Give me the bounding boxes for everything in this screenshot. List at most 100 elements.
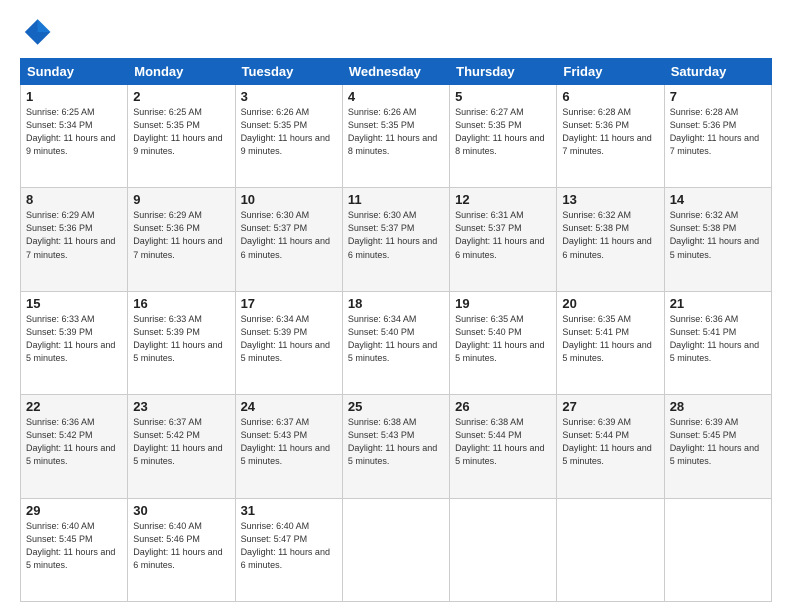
day-number: 3 xyxy=(241,89,337,104)
calendar-cell: 13Sunrise: 6:32 AMSunset: 5:38 PMDayligh… xyxy=(557,188,664,291)
calendar-cell: 2Sunrise: 6:25 AMSunset: 5:35 PMDaylight… xyxy=(128,85,235,188)
logo-icon xyxy=(20,16,52,48)
day-info: Sunrise: 6:33 AMSunset: 5:39 PMDaylight:… xyxy=(26,314,115,363)
day-info: Sunrise: 6:30 AMSunset: 5:37 PMDaylight:… xyxy=(241,210,330,259)
calendar-body: 1Sunrise: 6:25 AMSunset: 5:34 PMDaylight… xyxy=(21,85,772,602)
calendar-cell: 11 Sunrise: 6:30 AMSunset: 5:37 PMDayligh… xyxy=(342,188,449,291)
day-number: 28 xyxy=(670,399,766,414)
calendar-cell: 30 Sunrise: 6:40 AMSunset: 5:46 PMDayligh… xyxy=(128,498,235,601)
day-info: Sunrise: 6:34 AMSunset: 5:40 PMDaylight:… xyxy=(348,314,437,363)
day-info: Sunrise: 6:39 AMSunset: 5:44 PMDaylight:… xyxy=(562,417,651,466)
calendar-cell: 16Sunrise: 6:33 AMSunset: 5:39 PMDayligh… xyxy=(128,291,235,394)
day-info: Sunrise: 6:40 AMSunset: 5:47 PMDaylight:… xyxy=(241,521,330,570)
day-info: Sunrise: 6:31 AMSunset: 5:37 PMDaylight:… xyxy=(455,210,544,259)
day-info: Sunrise: 6:28 AMSunset: 5:36 PMDaylight:… xyxy=(670,107,759,156)
day-number: 20 xyxy=(562,296,658,311)
day-number: 21 xyxy=(670,296,766,311)
calendar-cell: 27Sunrise: 6:39 AMSunset: 5:44 PMDayligh… xyxy=(557,395,664,498)
day-number: 8 xyxy=(26,192,122,207)
calendar-week-row: 8 Sunrise: 6:29 AMSunset: 5:36 PMDaylight… xyxy=(21,188,772,291)
calendar-cell: 14 Sunrise: 6:32 AMSunset: 5:38 PMDayligh… xyxy=(664,188,771,291)
weekday-header-cell: Monday xyxy=(128,59,235,85)
day-info: Sunrise: 6:25 AMSunset: 5:34 PMDaylight:… xyxy=(26,107,115,156)
logo xyxy=(20,16,56,48)
day-number: 7 xyxy=(670,89,766,104)
day-number: 4 xyxy=(348,89,444,104)
day-info: Sunrise: 6:38 AMSunset: 5:44 PMDaylight:… xyxy=(455,417,544,466)
calendar-cell: 4 Sunrise: 6:26 AMSunset: 5:35 PMDaylight… xyxy=(342,85,449,188)
calendar-week-row: 15 Sunrise: 6:33 AMSunset: 5:39 PMDayligh… xyxy=(21,291,772,394)
calendar-cell: 1Sunrise: 6:25 AMSunset: 5:34 PMDaylight… xyxy=(21,85,128,188)
day-number: 11 xyxy=(348,192,444,207)
calendar-week-row: 22Sunrise: 6:36 AMSunset: 5:42 PMDayligh… xyxy=(21,395,772,498)
day-info: Sunrise: 6:34 AMSunset: 5:39 PMDaylight:… xyxy=(241,314,330,363)
day-info: Sunrise: 6:38 AMSunset: 5:43 PMDaylight:… xyxy=(348,417,437,466)
day-info: Sunrise: 6:27 AMSunset: 5:35 PMDaylight:… xyxy=(455,107,544,156)
weekday-header-cell: Wednesday xyxy=(342,59,449,85)
calendar-cell: 25 Sunrise: 6:38 AMSunset: 5:43 PMDayligh… xyxy=(342,395,449,498)
day-info: Sunrise: 6:26 AMSunset: 5:35 PMDaylight:… xyxy=(348,107,437,156)
day-number: 5 xyxy=(455,89,551,104)
day-info: Sunrise: 6:36 AMSunset: 5:41 PMDaylight:… xyxy=(670,314,759,363)
calendar-cell: 21 Sunrise: 6:36 AMSunset: 5:41 PMDayligh… xyxy=(664,291,771,394)
day-info: Sunrise: 6:29 AMSunset: 5:36 PMDaylight:… xyxy=(26,210,115,259)
calendar-cell: 22Sunrise: 6:36 AMSunset: 5:42 PMDayligh… xyxy=(21,395,128,498)
calendar-cell: 28 Sunrise: 6:39 AMSunset: 5:45 PMDayligh… xyxy=(664,395,771,498)
calendar-cell: 18 Sunrise: 6:34 AMSunset: 5:40 PMDayligh… xyxy=(342,291,449,394)
calendar-cell xyxy=(664,498,771,601)
day-number: 19 xyxy=(455,296,551,311)
day-info: Sunrise: 6:37 AMSunset: 5:42 PMDaylight:… xyxy=(133,417,222,466)
calendar-cell: 12Sunrise: 6:31 AMSunset: 5:37 PMDayligh… xyxy=(450,188,557,291)
day-number: 24 xyxy=(241,399,337,414)
day-number: 25 xyxy=(348,399,444,414)
day-info: Sunrise: 6:36 AMSunset: 5:42 PMDaylight:… xyxy=(26,417,115,466)
day-info: Sunrise: 6:40 AMSunset: 5:46 PMDaylight:… xyxy=(133,521,222,570)
day-number: 30 xyxy=(133,503,229,518)
calendar-cell: 29Sunrise: 6:40 AMSunset: 5:45 PMDayligh… xyxy=(21,498,128,601)
day-info: Sunrise: 6:26 AMSunset: 5:35 PMDaylight:… xyxy=(241,107,330,156)
day-info: Sunrise: 6:29 AMSunset: 5:36 PMDaylight:… xyxy=(133,210,222,259)
calendar-cell: 9 Sunrise: 6:29 AMSunset: 5:36 PMDaylight… xyxy=(128,188,235,291)
header xyxy=(20,16,772,48)
calendar-cell xyxy=(342,498,449,601)
day-number: 14 xyxy=(670,192,766,207)
calendar-cell: 6 Sunrise: 6:28 AMSunset: 5:36 PMDaylight… xyxy=(557,85,664,188)
day-info: Sunrise: 6:28 AMSunset: 5:36 PMDaylight:… xyxy=(562,107,651,156)
day-number: 6 xyxy=(562,89,658,104)
day-number: 29 xyxy=(26,503,122,518)
day-info: Sunrise: 6:32 AMSunset: 5:38 PMDaylight:… xyxy=(562,210,651,259)
day-info: Sunrise: 6:35 AMSunset: 5:41 PMDaylight:… xyxy=(562,314,651,363)
day-number: 17 xyxy=(241,296,337,311)
day-info: Sunrise: 6:35 AMSunset: 5:40 PMDaylight:… xyxy=(455,314,544,363)
calendar-week-row: 29Sunrise: 6:40 AMSunset: 5:45 PMDayligh… xyxy=(21,498,772,601)
day-info: Sunrise: 6:37 AMSunset: 5:43 PMDaylight:… xyxy=(241,417,330,466)
calendar-cell xyxy=(557,498,664,601)
day-number: 9 xyxy=(133,192,229,207)
day-info: Sunrise: 6:39 AMSunset: 5:45 PMDaylight:… xyxy=(670,417,759,466)
day-number: 18 xyxy=(348,296,444,311)
calendar-cell: 7 Sunrise: 6:28 AMSunset: 5:36 PMDaylight… xyxy=(664,85,771,188)
calendar-cell: 15 Sunrise: 6:33 AMSunset: 5:39 PMDayligh… xyxy=(21,291,128,394)
weekday-header-cell: Sunday xyxy=(21,59,128,85)
page: SundayMondayTuesdayWednesdayThursdayFrid… xyxy=(0,0,792,612)
calendar-cell: 3 Sunrise: 6:26 AMSunset: 5:35 PMDaylight… xyxy=(235,85,342,188)
day-number: 10 xyxy=(241,192,337,207)
day-info: Sunrise: 6:30 AMSunset: 5:37 PMDaylight:… xyxy=(348,210,437,259)
calendar-table: SundayMondayTuesdayWednesdayThursdayFrid… xyxy=(20,58,772,602)
day-number: 15 xyxy=(26,296,122,311)
day-info: Sunrise: 6:32 AMSunset: 5:38 PMDaylight:… xyxy=(670,210,759,259)
calendar-cell: 5 Sunrise: 6:27 AMSunset: 5:35 PMDaylight… xyxy=(450,85,557,188)
calendar-cell: 10 Sunrise: 6:30 AMSunset: 5:37 PMDayligh… xyxy=(235,188,342,291)
day-number: 23 xyxy=(133,399,229,414)
weekday-header-cell: Friday xyxy=(557,59,664,85)
calendar-cell: 23 Sunrise: 6:37 AMSunset: 5:42 PMDayligh… xyxy=(128,395,235,498)
calendar-cell: 19 Sunrise: 6:35 AMSunset: 5:40 PMDayligh… xyxy=(450,291,557,394)
calendar-week-row: 1Sunrise: 6:25 AMSunset: 5:34 PMDaylight… xyxy=(21,85,772,188)
weekday-header-row: SundayMondayTuesdayWednesdayThursdayFrid… xyxy=(21,59,772,85)
weekday-header-cell: Saturday xyxy=(664,59,771,85)
day-info: Sunrise: 6:33 AMSunset: 5:39 PMDaylight:… xyxy=(133,314,222,363)
calendar-cell: 8 Sunrise: 6:29 AMSunset: 5:36 PMDaylight… xyxy=(21,188,128,291)
day-number: 2 xyxy=(133,89,229,104)
calendar-cell: 24 Sunrise: 6:37 AMSunset: 5:43 PMDayligh… xyxy=(235,395,342,498)
weekday-header-cell: Thursday xyxy=(450,59,557,85)
